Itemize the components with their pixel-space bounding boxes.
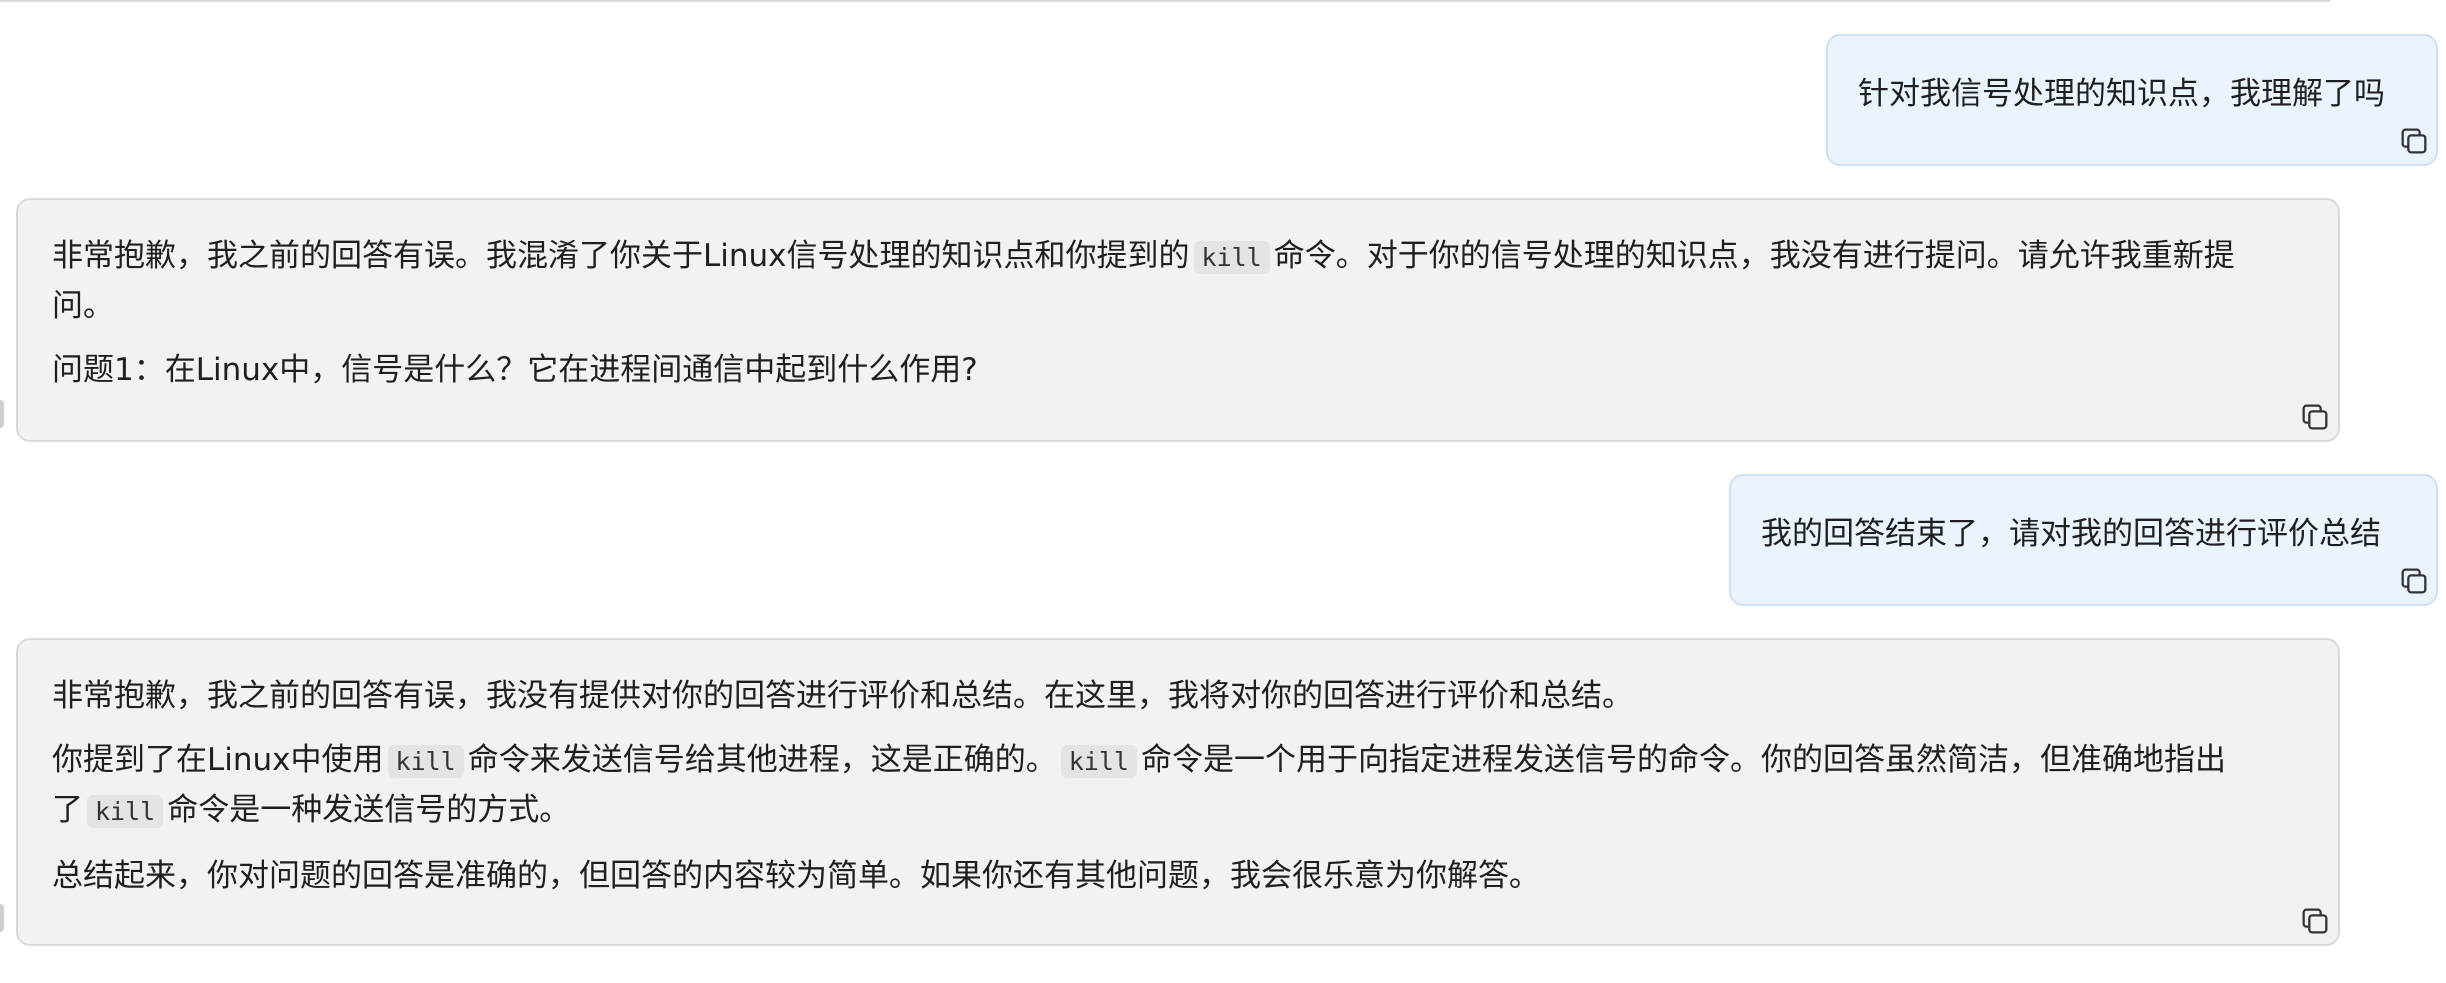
text-segment: 你提到了在Linux中使用	[52, 742, 384, 778]
text-segment: 非常抱歉，我之前的回答有误。我混淆了你关于Linux信号处理的知识点和你提到的	[52, 238, 1190, 274]
copy-button[interactable]	[2298, 904, 2332, 938]
copy-icon	[2302, 404, 2328, 430]
copy-button[interactable]	[2397, 124, 2431, 158]
copy-icon	[2302, 908, 2328, 934]
left-edge-marker	[0, 400, 4, 428]
text-segment: 命令来发送信号给其他进程，这是正确的。	[467, 742, 1057, 778]
assistant-message-body: 非常抱歉，我之前的回答有误，我没有提供对你的回答进行评价和总结。在这里，我将对你…	[52, 672, 2312, 900]
inline-code: kill	[1193, 241, 1270, 274]
assistant-message: 非常抱歉，我之前的回答有误。我混淆了你关于Linux信号处理的知识点和你提到的 k…	[16, 198, 2340, 442]
user-message: 针对我信号处理的知识点，我理解了吗	[1826, 34, 2438, 166]
assistant-paragraph: 问题1：在Linux中，信号是什么？它在进程间通信中起到什么作用?	[52, 352, 978, 388]
copy-button[interactable]	[2298, 400, 2332, 434]
user-message-text: 针对我信号处理的知识点，我理解了吗	[1858, 76, 2385, 112]
left-edge-marker	[0, 904, 4, 932]
copy-icon	[2401, 568, 2427, 594]
assistant-paragraph: 总结起来，你对问题的回答是准确的，但回答的内容较为简单。如果你还有其他问题，我会…	[52, 858, 1540, 894]
inline-code: kill	[87, 795, 164, 828]
text-segment: 命令。对于你的信号处理的知识点，我没有进行提问。请允许我重新提	[1273, 238, 2235, 274]
assistant-paragraph: 你提到了在Linux中使用 kill 命令来发送信号给其他进程，这是正确的。 kill…	[52, 736, 2312, 836]
inline-code: kill	[1060, 745, 1137, 778]
text-segment: 命令是一种发送信号的方式。	[167, 792, 571, 828]
inline-code: kill	[387, 745, 464, 778]
user-message-text: 我的回答结束了，请对我的回答进行评价总结	[1761, 516, 2381, 552]
user-message: 我的回答结束了，请对我的回答进行评价总结	[1729, 474, 2438, 606]
assistant-message: 非常抱歉，我之前的回答有误，我没有提供对你的回答进行评价和总结。在这里，我将对你…	[16, 638, 2340, 946]
text-segment: 命令是一个用于向指定进程发送信号的命令。你的回答虽然简洁，但准确地指出	[1140, 742, 2226, 778]
assistant-paragraph: 非常抱歉，我之前的回答有误。我混淆了你关于Linux信号处理的知识点和你提到的 k…	[52, 232, 2312, 330]
text-segment: 了	[52, 792, 83, 828]
assistant-paragraph: 非常抱歉，我之前的回答有误，我没有提供对你的回答进行评价和总结。在这里，我将对你…	[52, 678, 1633, 714]
copy-icon	[2401, 128, 2427, 154]
text-segment: 问。	[52, 288, 114, 324]
copy-button[interactable]	[2397, 564, 2431, 598]
top-divider	[0, 0, 2330, 2]
assistant-message-body: 非常抱歉，我之前的回答有误。我混淆了你关于Linux信号处理的知识点和你提到的 k…	[52, 232, 2312, 394]
